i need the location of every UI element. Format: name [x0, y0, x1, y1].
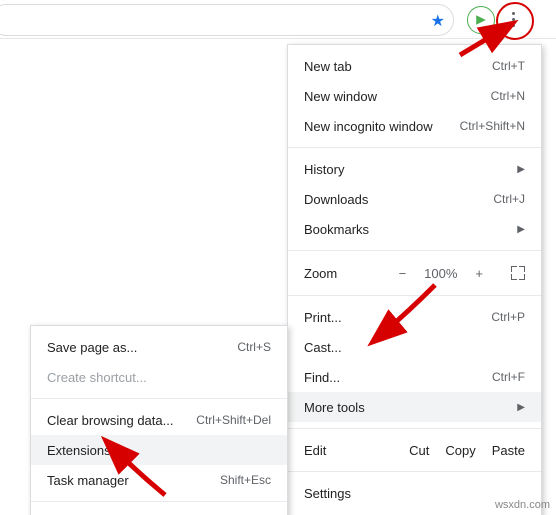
separator	[288, 147, 541, 148]
fullscreen-icon[interactable]	[511, 266, 525, 280]
omnibox[interactable]: ★	[0, 4, 454, 36]
zoom-value: 100%	[424, 266, 457, 281]
chrome-main-menu: New tabCtrl+T New windowCtrl+N New incog…	[287, 44, 542, 515]
submenu-save-page[interactable]: Save page as...Ctrl+S	[31, 332, 287, 362]
menu-new-window[interactable]: New windowCtrl+N	[288, 81, 541, 111]
browser-toolbar: ★	[0, 0, 556, 39]
chevron-right-icon: ▶	[517, 224, 525, 235]
submenu-task-manager[interactable]: Task managerShift+Esc	[31, 465, 287, 495]
submenu-extensions[interactable]: Extensions	[31, 435, 287, 465]
separator	[288, 250, 541, 251]
menu-history[interactable]: History▶	[288, 154, 541, 184]
menu-find[interactable]: Find...Ctrl+F	[288, 362, 541, 392]
separator	[288, 428, 541, 429]
zoom-out-button[interactable]: −	[395, 266, 411, 281]
edit-paste[interactable]: Paste	[492, 443, 525, 458]
chevron-right-icon: ▶	[517, 164, 525, 175]
zoom-in-button[interactable]: +	[471, 266, 487, 281]
submenu-developer-tools[interactable]: Developer toolsCtrl+Shift+I	[31, 508, 287, 515]
bookmark-star-icon[interactable]: ★	[431, 11, 445, 31]
watermark: wsxdn.com	[495, 499, 550, 511]
menu-downloads[interactable]: DownloadsCtrl+J	[288, 184, 541, 214]
separator	[31, 398, 287, 399]
menu-new-tab[interactable]: New tabCtrl+T	[288, 51, 541, 81]
edit-label: Edit	[304, 443, 393, 458]
separator	[288, 295, 541, 296]
kebab-icon	[512, 12, 515, 27]
menu-new-incognito[interactable]: New incognito windowCtrl+Shift+N	[288, 111, 541, 141]
edit-cut[interactable]: Cut	[409, 443, 429, 458]
separator	[288, 471, 541, 472]
menu-edit-row: Edit Cut Copy Paste	[288, 435, 541, 465]
extension-icon[interactable]	[467, 6, 495, 34]
submenu-clear-browsing[interactable]: Clear browsing data...Ctrl+Shift+Del	[31, 405, 287, 435]
chevron-right-icon: ▶	[517, 402, 525, 413]
menu-cast[interactable]: Cast...	[288, 332, 541, 362]
separator	[31, 501, 287, 502]
chrome-menu-button[interactable]	[500, 6, 526, 32]
menu-zoom: Zoom − 100% +	[288, 257, 541, 289]
menu-print[interactable]: Print...Ctrl+P	[288, 302, 541, 332]
submenu-create-shortcut[interactable]: Create shortcut...	[31, 362, 287, 392]
zoom-label: Zoom	[304, 266, 395, 281]
edit-copy[interactable]: Copy	[445, 443, 475, 458]
menu-bookmarks[interactable]: Bookmarks▶	[288, 214, 541, 244]
more-tools-submenu: Save page as...Ctrl+S Create shortcut...…	[30, 325, 288, 515]
menu-more-tools[interactable]: More tools▶	[288, 392, 541, 422]
